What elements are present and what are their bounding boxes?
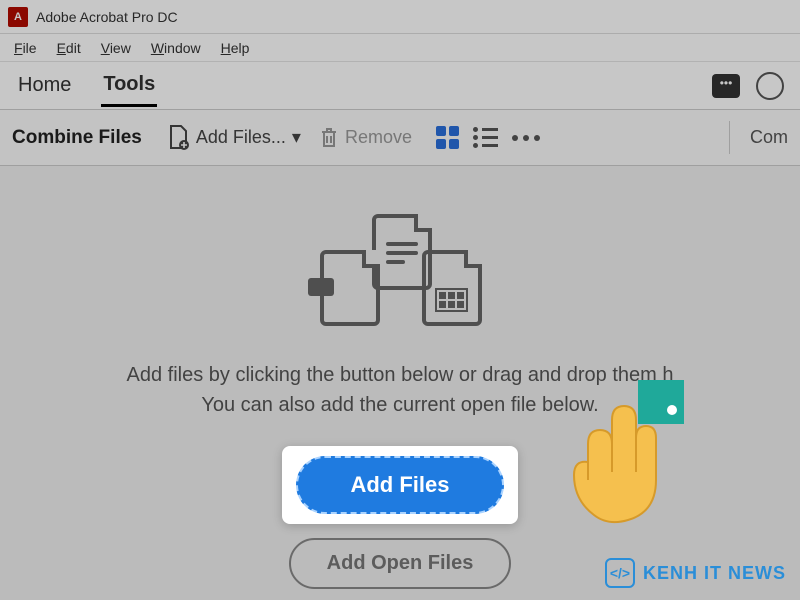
add-open-files-button[interactable]: Add Open Files (289, 538, 512, 589)
menu-view[interactable]: View (91, 36, 141, 60)
toolbar-title: Combine Files (12, 127, 142, 149)
app-title: Adobe Acrobat Pro DC (36, 9, 178, 25)
menubar: File Edit View Window Help (0, 34, 800, 62)
menu-window[interactable]: Window (141, 36, 211, 60)
account-icon[interactable] (756, 72, 784, 100)
add-files-highlight: Add Files (282, 446, 517, 524)
titlebar: A Adobe Acrobat Pro DC (0, 0, 800, 34)
tabbar: Home Tools (0, 62, 800, 110)
notifications-icon[interactable] (712, 74, 740, 98)
menu-file[interactable]: File (4, 36, 47, 60)
tab-tools[interactable]: Tools (101, 65, 157, 107)
list-view-icon[interactable] (473, 127, 498, 148)
menu-edit[interactable]: Edit (47, 36, 91, 60)
add-files-dropdown[interactable]: Add Files... ▾ (168, 125, 301, 151)
documents-illustration (320, 214, 480, 334)
grid-view-icon[interactable] (436, 126, 459, 149)
remove-button[interactable]: Remove (319, 126, 412, 150)
add-files-button[interactable]: Add Files (296, 456, 503, 514)
watermark: </> KENH IT NEWS (605, 558, 786, 588)
acrobat-icon: A (8, 7, 28, 27)
tab-home[interactable]: Home (16, 66, 73, 105)
chevron-down-icon: ▾ (292, 127, 301, 148)
watermark-text: KENH IT NEWS (643, 563, 786, 584)
toolbar: Combine Files Add Files... ▾ Remove (0, 110, 800, 166)
trash-icon (319, 126, 339, 150)
add-file-icon (168, 125, 190, 151)
main-area: Add files by clicking the button below o… (0, 166, 800, 600)
menu-help[interactable]: Help (211, 36, 260, 60)
combine-button[interactable]: Com (729, 121, 788, 154)
more-options-icon[interactable] (512, 135, 540, 141)
watermark-icon: </> (605, 558, 635, 588)
instruction-text: Add files by clicking the button below o… (97, 360, 704, 420)
